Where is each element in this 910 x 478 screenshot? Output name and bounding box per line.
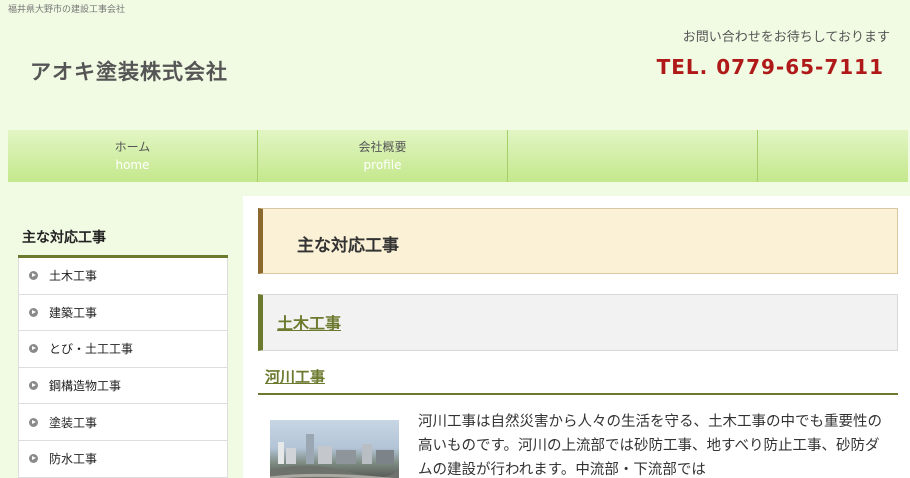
nav-item-label: 会社概要	[358, 140, 407, 154]
sidebar-item-waterproofing[interactable]: 防水工事	[19, 441, 227, 478]
river-works-description: 河川工事は自然災害から人々の生活を守る、土木工事の中でも重要性の高いものです。河…	[418, 414, 882, 478]
sidebar-item-label: とび・土工工事	[49, 342, 134, 357]
sidebar-item-label: 防水工事	[49, 452, 98, 467]
page-title-box: 主な対応工事	[258, 208, 898, 274]
nav-item-profile[interactable]: 会社概要 profile	[258, 130, 508, 182]
nav-item-empty	[508, 130, 758, 182]
sidebar-item-steel[interactable]: 鋼構造物工事	[19, 368, 227, 405]
contact-message: お問い合わせをお待ちしております	[682, 30, 890, 45]
circle-arrow-right-icon	[29, 344, 38, 354]
sidebar-item-label: 建築工事	[49, 305, 98, 320]
sidebar-item-painting[interactable]: 塗装工事	[19, 404, 227, 441]
nav-item-sublabel: home	[115, 158, 150, 172]
sidebar-item-label: 土木工事	[49, 269, 98, 284]
sidebar-item-building[interactable]: 建築工事	[19, 295, 227, 332]
site-tagline: 福井県大野市の建設工事会社	[8, 5, 126, 15]
river-construction-photo	[270, 420, 399, 478]
sidebar-item-label: 鋼構造物工事	[49, 379, 122, 394]
sub-heading-divider	[258, 393, 898, 395]
main-content: 主な対応工事 土木工事 河川工事 河川工事は自然災害から人々の生活を守る、土木工…	[243, 196, 910, 478]
page-title: 主な対応工事	[297, 236, 399, 256]
section-heading-box: 土木工事	[258, 294, 898, 351]
phone-number[interactable]: TEL. 0779-65-7111	[657, 55, 884, 79]
circle-arrow-right-icon	[29, 417, 38, 427]
sub-heading: 河川工事	[265, 368, 326, 386]
circle-arrow-right-icon	[29, 454, 38, 464]
sidebar-item-civil[interactable]: 土木工事	[19, 258, 227, 295]
sidebar-list: 土木工事 建築工事 とび・土工工事 鋼構造物工事 塗装工事 防水工事	[18, 258, 228, 478]
sidebar-item-scaffolding[interactable]: とび・土工工事	[19, 331, 227, 368]
circle-arrow-right-icon	[29, 307, 38, 317]
section-heading: 土木工事	[277, 314, 342, 333]
nav-item-sublabel: profile	[363, 158, 402, 172]
company-logo-text[interactable]: アオキ塗装株式会社	[30, 56, 228, 86]
sidebar: 主な対応工事 土木工事 建築工事 とび・土工工事 鋼構造物工事 塗装工事 防水工…	[18, 222, 228, 478]
nav-item-label: ホーム	[114, 140, 151, 154]
circle-arrow-right-icon	[29, 381, 38, 391]
nav-item-home[interactable]: ホーム home	[8, 130, 258, 182]
circle-arrow-right-icon	[29, 271, 38, 281]
sidebar-title: 主な対応工事	[18, 222, 228, 258]
global-nav: ホーム home 会社概要 profile	[8, 130, 908, 182]
nav-filler	[758, 130, 908, 182]
sidebar-item-label: 塗装工事	[49, 415, 98, 430]
